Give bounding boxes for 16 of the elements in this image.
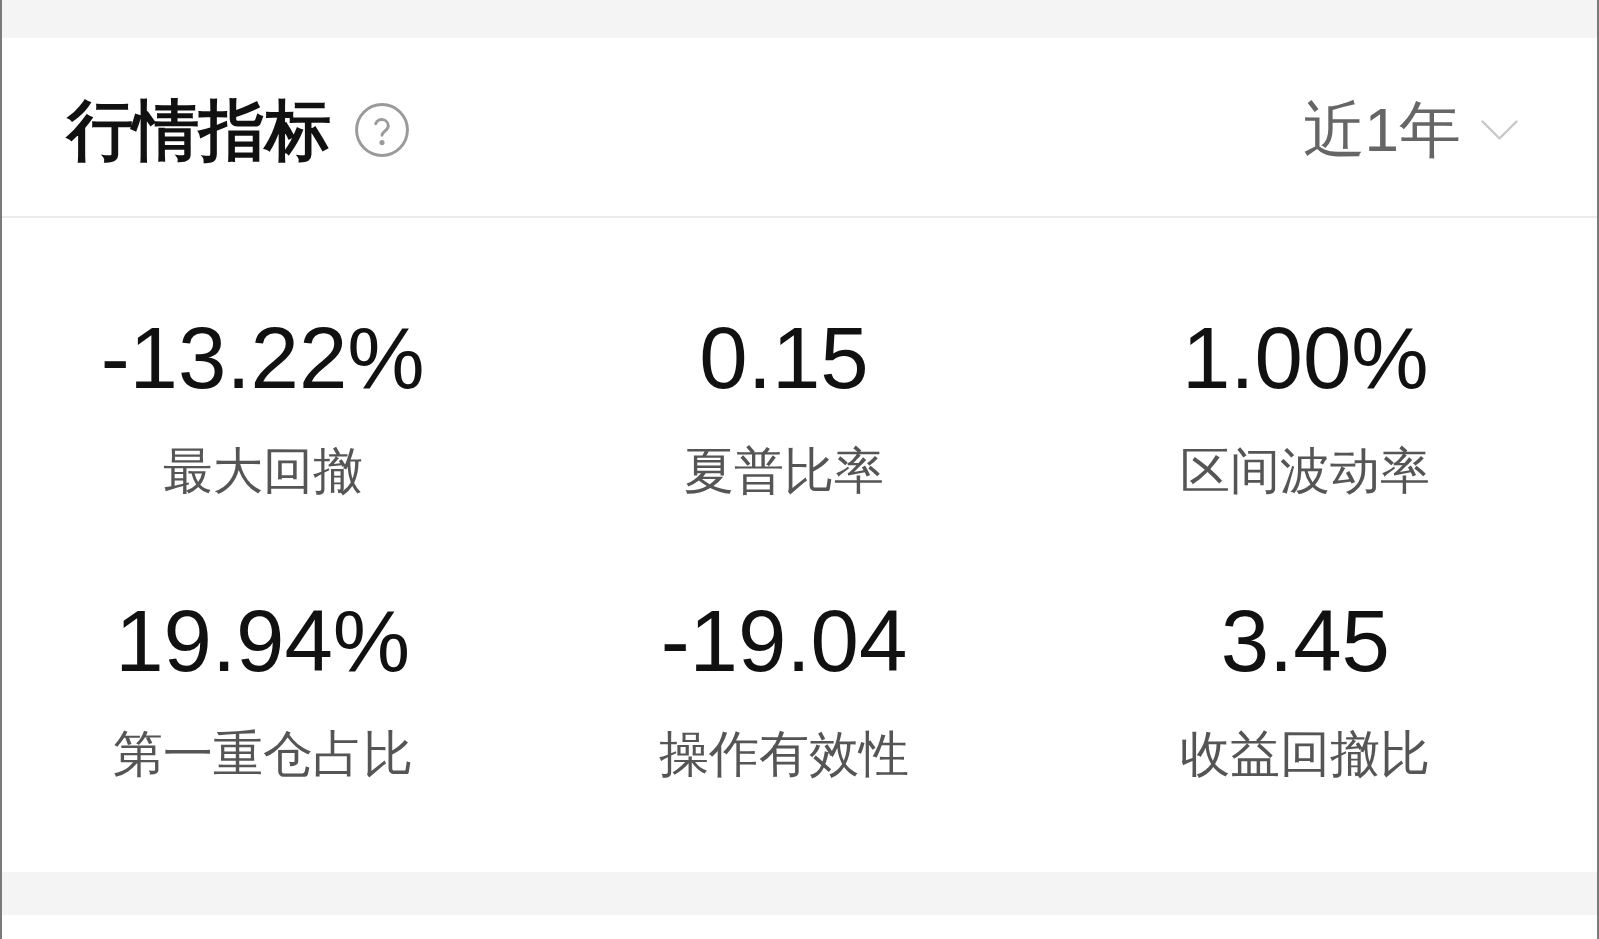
metric-value: -13.22% bbox=[100, 308, 425, 408]
period-dropdown[interactable]: 近1年 bbox=[1302, 92, 1518, 168]
metric-value: 19.94% bbox=[115, 591, 411, 691]
metric-label: 收益回撤比 bbox=[1180, 725, 1431, 784]
metric-label: 最大回撤 bbox=[162, 442, 363, 501]
metric-label: 夏普比率 bbox=[684, 442, 884, 501]
metric-value: 3.45 bbox=[1220, 591, 1390, 691]
metric-label: 操作有效性 bbox=[659, 725, 909, 784]
metric-label: 区间波动率 bbox=[1180, 442, 1431, 501]
help-icon[interactable] bbox=[355, 103, 409, 157]
metric-label: 第一重仓占比 bbox=[112, 725, 413, 784]
metric-value: -19.04 bbox=[660, 591, 908, 691]
metric-value: 1.00% bbox=[1181, 308, 1429, 408]
card-title: 行情指标 bbox=[67, 92, 331, 169]
metric-value: 0.15 bbox=[699, 308, 869, 408]
chevron-down-icon bbox=[1481, 120, 1518, 140]
